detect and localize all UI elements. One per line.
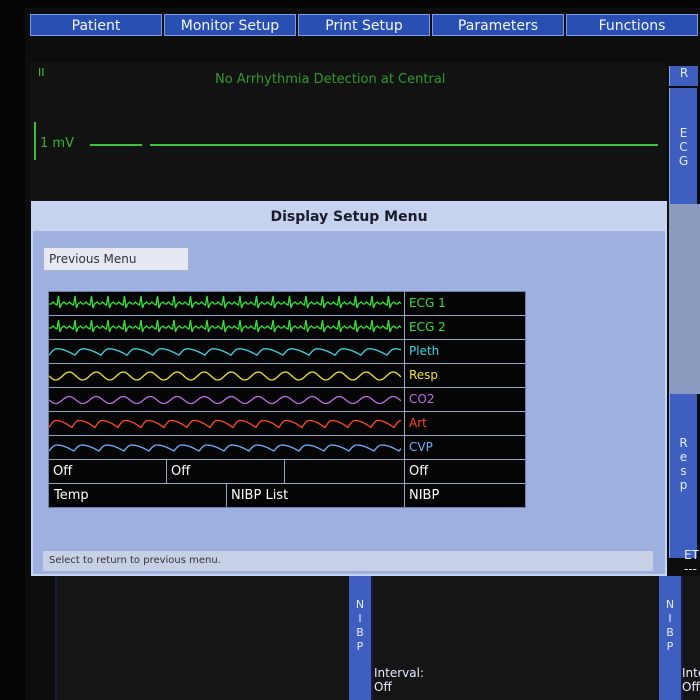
waveform-preview	[49, 316, 405, 339]
numeric-row: Temp NIBP List NIBP	[49, 484, 525, 507]
off-cell-4[interactable]: Off	[405, 460, 521, 483]
nibp-side-letter: N	[665, 598, 675, 611]
nibp-cell[interactable]: NIBP	[405, 484, 521, 507]
nibp-list-cell[interactable]: NIBP List	[227, 484, 405, 507]
nibp-side-letter: N	[355, 598, 365, 611]
calibration-bar	[34, 122, 36, 160]
arrhythmia-message: No Arrhythmia Detection at Central	[215, 72, 446, 87]
resp-side-letter: R	[679, 436, 688, 450]
waveform-trace	[49, 444, 401, 452]
nibp-side-letter: I	[668, 612, 672, 625]
waveform-preview	[49, 436, 405, 459]
top-menu-bar: Patient Monitor Setup Print Setup Parame…	[30, 14, 700, 38]
right-strip-top[interactable]: R	[669, 66, 698, 86]
waveform-row[interactable]: ECG 1	[49, 292, 525, 316]
waveform-trace	[49, 348, 401, 357]
ecg-side-letter: C	[679, 140, 688, 154]
waveform-trace	[49, 371, 401, 381]
ecg-trace-line	[150, 144, 658, 146]
ecg-lead-label: II	[38, 66, 45, 79]
waveform-preview	[49, 364, 405, 387]
menu-print-setup[interactable]: Print Setup	[298, 14, 430, 36]
interval-value: Off	[374, 680, 392, 694]
waveform-label[interactable]: CVP	[405, 436, 521, 459]
waveform-label[interactable]: CO2	[405, 388, 521, 411]
nibp-side-letter: P	[666, 640, 674, 653]
bottom-panel-left	[55, 576, 349, 700]
waveform-row[interactable]: ECG 2	[49, 316, 525, 340]
menu-parameters[interactable]: Parameters	[432, 14, 564, 36]
nibp-side-letter: B	[356, 626, 364, 639]
ecg-waveform-area: II No Arrhythmia Detection at Central 1 …	[30, 62, 667, 202]
right-interval-label: Inte	[682, 666, 700, 680]
interval-label: Interval:	[374, 666, 424, 680]
menu-patient[interactable]: Patient	[30, 14, 162, 36]
status-message: Select to return to previous menu.	[43, 551, 653, 571]
off-row: Off Off Off	[49, 460, 525, 484]
waveform-row[interactable]: Pleth	[49, 340, 525, 364]
waveform-preview	[49, 412, 405, 435]
menu-functions[interactable]: Functions	[566, 14, 698, 36]
waveform-row[interactable]: CO2	[49, 388, 525, 412]
empty-cell[interactable]	[285, 460, 405, 483]
et-value: ---	[684, 562, 697, 576]
right-interval-value: Off	[682, 680, 700, 694]
interval-block: Interval: Off	[374, 666, 424, 694]
waveform-preview	[49, 340, 405, 363]
waveform-row[interactable]: Art	[49, 412, 525, 436]
nibp-side-letter: I	[358, 612, 362, 625]
waveform-label[interactable]: Art	[405, 412, 521, 435]
waveform-preview	[49, 388, 405, 411]
resp-side-tab[interactable]: R e s p	[669, 394, 697, 558]
dialog-title: Display Setup Menu	[33, 203, 665, 231]
waveform-label[interactable]: Pleth	[405, 340, 521, 363]
waveform-label[interactable]: ECG 2	[405, 316, 521, 339]
waveform-label[interactable]: ECG 1	[405, 292, 521, 315]
resp-side-letter: e	[679, 450, 688, 464]
nibp-side-letter: B	[666, 626, 674, 639]
right-interval-block: Inte Off	[682, 666, 700, 694]
ecg-side-letter: E	[679, 126, 688, 140]
waveform-row[interactable]: Resp	[49, 364, 525, 388]
nibp-side-tab[interactable]: N I B P	[349, 576, 371, 700]
ecg-side-letter: G	[678, 154, 689, 168]
waveform-trace	[49, 295, 401, 309]
nibp-side-letter: P	[356, 640, 364, 653]
waveform-label[interactable]: Resp	[405, 364, 521, 387]
resp-side-letter: s	[680, 464, 687, 478]
previous-menu-button[interactable]: Previous Menu	[43, 247, 189, 271]
ecg-trace-segment	[90, 144, 142, 146]
waveform-trace	[49, 419, 401, 429]
right-strip-top-label: R	[679, 66, 689, 80]
off-cell-2[interactable]: Off	[167, 460, 285, 483]
waveform-preview	[49, 292, 405, 315]
ecg-side-tab[interactable]: E C G	[669, 88, 697, 204]
display-setup-dialog: Display Setup Menu Previous Menu ECG 1 EC…	[31, 201, 667, 576]
right-gray-panel	[669, 204, 700, 394]
waveform-layout-table: ECG 1 ECG 2 Pleth Resp CO2 Art CVP Off Off Off…	[48, 291, 526, 508]
waveform-trace	[49, 395, 401, 405]
et-label: ET ---	[684, 548, 699, 576]
temp-cell[interactable]: Temp	[49, 484, 227, 507]
off-cell-1[interactable]: Off	[49, 460, 167, 483]
et-label-text: ET	[684, 548, 699, 562]
monitor-screen: Patient Monitor Setup Print Setup Parame…	[25, 8, 700, 700]
ecg-scale-label: 1 mV	[40, 136, 74, 151]
waveform-trace	[49, 319, 401, 333]
nibp-side-tab-right[interactable]: N I B P	[659, 576, 681, 700]
menu-monitor-setup[interactable]: Monitor Setup	[164, 14, 296, 36]
resp-side-letter: p	[679, 478, 688, 492]
waveform-row[interactable]: CVP	[49, 436, 525, 460]
